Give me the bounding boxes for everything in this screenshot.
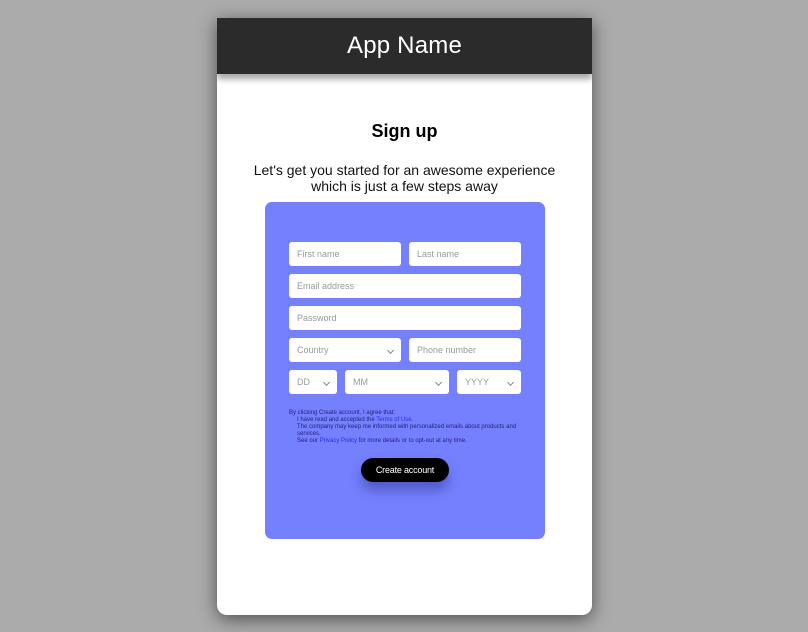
signup-form: Country DD MM YYYY By clicking Create ac… xyxy=(265,202,545,539)
privacy-policy-link[interactable]: Privacy Policy xyxy=(320,438,357,444)
page-title: Sign up xyxy=(371,121,438,141)
country-select[interactable]: Country xyxy=(289,338,401,362)
last-name-input[interactable] xyxy=(409,242,521,266)
terms-line-3-suffix: for more details or to opt-out at any ti… xyxy=(357,438,467,444)
terms-agreement: By clicking Create account, I agree that… xyxy=(289,410,529,445)
terms-line-3-prefix: See our xyxy=(297,438,320,444)
dob-year-select[interactable]: YYYY xyxy=(457,370,521,394)
app-title: App Name xyxy=(347,32,462,59)
terms-line-2: The company may keep me informed with pe… xyxy=(297,424,517,437)
terms-line-1-text: I have read and accepted the xyxy=(297,417,377,423)
page-subtitle: Let's get you started for an awesome exp… xyxy=(253,162,556,194)
create-account-button[interactable]: Create account xyxy=(361,458,449,482)
terms-of-use-link[interactable]: Terms of Use. xyxy=(376,417,413,423)
dob-day-select[interactable]: DD xyxy=(289,370,337,394)
password-input[interactable] xyxy=(289,306,521,330)
dob-year-value: YYYY xyxy=(465,377,490,387)
app-window: App Name Sign up Let's get you started f… xyxy=(217,18,592,615)
app-header: App Name xyxy=(217,18,592,74)
terms-intro: By clicking Create account, I agree that… xyxy=(289,410,396,416)
dob-month-select[interactable]: MM xyxy=(345,370,449,394)
chevron-down-icon xyxy=(322,378,331,387)
chevron-down-icon xyxy=(506,378,515,387)
email-input[interactable] xyxy=(289,274,521,298)
chevron-down-icon xyxy=(434,378,443,387)
terms-line-3: See our Privacy Policy for more details … xyxy=(289,438,529,445)
dob-month-value: MM xyxy=(353,377,368,387)
first-name-input[interactable] xyxy=(289,242,401,266)
dob-day-value: DD xyxy=(297,377,310,387)
country-select-value: Country xyxy=(297,345,329,355)
terms-line-1: I have read and accepted the Terms of Us… xyxy=(289,417,529,424)
phone-input[interactable] xyxy=(409,338,521,362)
chevron-down-icon xyxy=(386,346,395,355)
